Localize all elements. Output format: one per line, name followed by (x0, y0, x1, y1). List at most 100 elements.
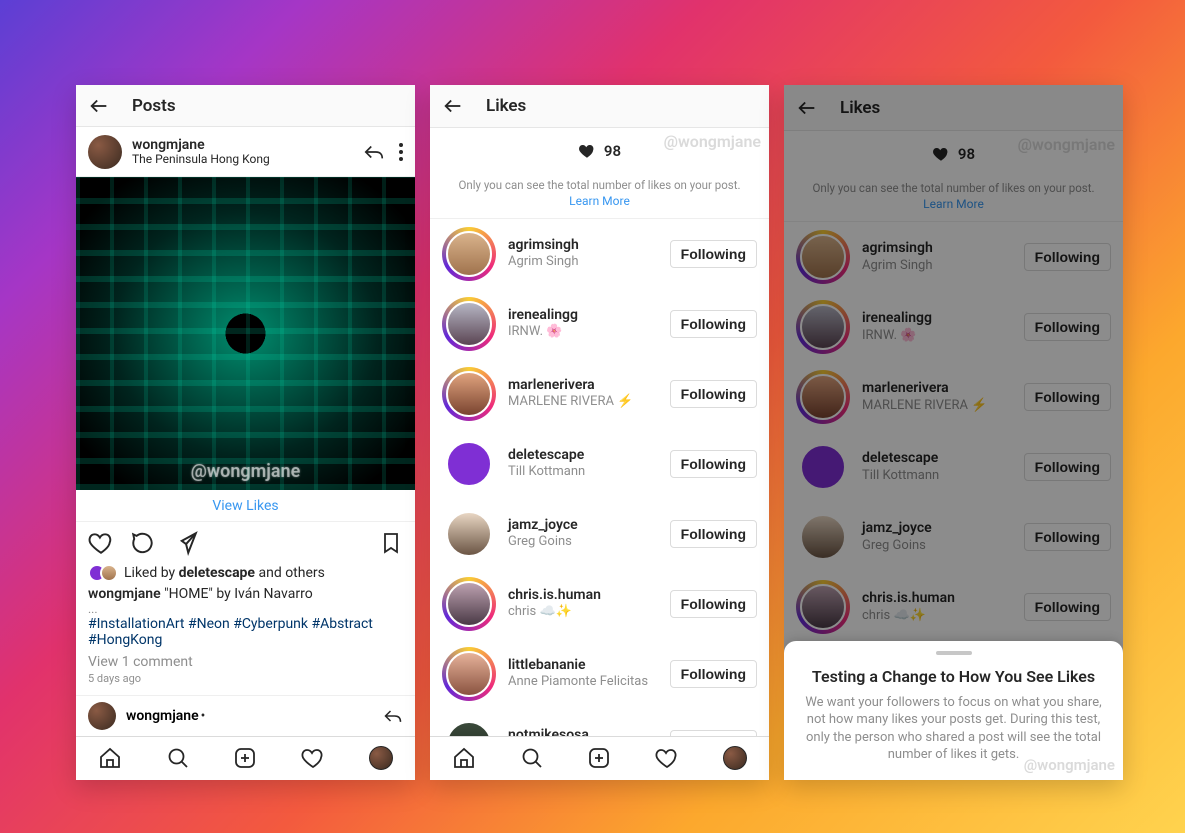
liked-by-row[interactable]: Liked by deletescape and others (76, 564, 415, 582)
liker-avatar[interactable] (442, 507, 496, 561)
liker-row[interactable]: irenealinggIRNW. 🌸Following (430, 289, 769, 359)
following-button[interactable]: Following (1024, 243, 1111, 271)
tab-home[interactable] (430, 737, 498, 780)
next-author-username[interactable]: wongmjane (126, 708, 199, 724)
following-button[interactable]: Following (670, 660, 757, 688)
appbar-title: Likes (486, 96, 526, 116)
sheet-title: Testing a Change to How You See Likes (802, 667, 1105, 686)
following-button[interactable]: Following (1024, 313, 1111, 341)
back-arrow-icon[interactable] (796, 97, 818, 119)
comment-icon[interactable] (130, 530, 156, 556)
following-button[interactable]: Following (1024, 593, 1111, 621)
following-button[interactable]: Following (670, 450, 757, 478)
following-button[interactable]: Following (670, 590, 757, 618)
liker-avatar[interactable] (442, 577, 496, 631)
liker-row[interactable]: agrimsinghAgrim SinghFollowing (784, 222, 1123, 292)
liker-avatar[interactable] (796, 440, 850, 494)
liker-avatar[interactable] (442, 367, 496, 421)
tab-profile[interactable] (347, 737, 415, 780)
liker-display-name: IRNW. 🌸 (508, 324, 670, 340)
heart-filled-icon (932, 145, 950, 163)
liker-avatar[interactable] (796, 580, 850, 634)
following-button[interactable]: Following (670, 380, 757, 408)
liker-row[interactable]: marleneriveraMARLENE RIVERA ⚡Following (784, 362, 1123, 432)
liker-row[interactable]: deletescapeTill KottmannFollowing (784, 432, 1123, 502)
liker-display-name: Till Kottmann (862, 468, 1024, 484)
tab-search[interactable] (144, 737, 212, 780)
liker-username: chris.is.human (508, 587, 670, 605)
tab-search[interactable] (498, 737, 566, 780)
post-header: wongmjane The Peninsula Hong Kong (76, 127, 415, 177)
sheet-body: We want your followers to focus on what … (802, 694, 1105, 764)
back-arrow-icon[interactable] (88, 95, 110, 117)
liker-avatar[interactable] (796, 230, 850, 284)
likes-summary: 98 @wongmjane Only you can see the total… (784, 131, 1123, 222)
author-block[interactable]: wongmjane The Peninsula Hong Kong (132, 137, 363, 167)
hashtags[interactable]: #InstallationArt #Neon #Cyberpunk #Abstr… (76, 616, 415, 648)
liker-avatar[interactable] (796, 370, 850, 424)
appbar: Likes (784, 85, 1123, 131)
tab-profile[interactable] (701, 737, 769, 780)
learn-more-link[interactable]: Learn More (442, 194, 757, 208)
following-button[interactable]: Following (1024, 523, 1111, 551)
learn-more-link[interactable]: Learn More (796, 197, 1111, 211)
back-arrow-icon[interactable] (442, 95, 464, 117)
following-button[interactable]: Following (670, 730, 757, 736)
liker-avatar[interactable] (442, 437, 496, 491)
more-icon[interactable] (399, 143, 403, 161)
likers-list[interactable]: agrimsinghAgrim SinghFollowingirenealing… (430, 219, 769, 736)
tab-activity[interactable] (279, 737, 347, 780)
liker-row[interactable]: notmikesosaMike SosaFollowing (430, 709, 769, 736)
liker-row[interactable]: jamz_joyceGreg GoinsFollowing (430, 499, 769, 569)
view-likes-link[interactable]: View Likes (212, 498, 278, 514)
liker-row[interactable]: jamz_joyceGreg GoinsFollowing (784, 502, 1123, 572)
next-post-header: wongmjane • (76, 695, 415, 736)
liker-username: irenealingg (862, 310, 1024, 328)
liker-display-name: Till Kottmann (508, 464, 670, 480)
tab-activity[interactable] (633, 737, 701, 780)
liker-avatar[interactable] (796, 510, 850, 564)
sheet-grabber[interactable] (936, 651, 972, 655)
next-author-avatar[interactable] (88, 702, 116, 730)
liker-display-name: chris ☁️✨ (862, 608, 1024, 624)
appbar: Likes (430, 85, 769, 128)
liker-row[interactable]: littlebananieAnne Piamonte FelicitasFoll… (430, 639, 769, 709)
liker-avatar[interactable] (442, 647, 496, 701)
following-button[interactable]: Following (670, 240, 757, 268)
liked-by-text: Liked by deletescape and others (124, 565, 325, 581)
tab-add[interactable] (566, 737, 634, 780)
following-button[interactable]: Following (670, 520, 757, 548)
liker-row[interactable]: deletescapeTill KottmannFollowing (430, 429, 769, 499)
reply-arrow-icon[interactable] (363, 142, 385, 162)
following-button[interactable]: Following (670, 310, 757, 338)
tab-add[interactable] (212, 737, 280, 780)
tab-home[interactable] (76, 737, 144, 780)
liker-row[interactable]: chris.is.humanchris ☁️✨Following (430, 569, 769, 639)
view-comments-link[interactable]: View 1 comment (76, 648, 415, 670)
liker-avatar[interactable] (442, 297, 496, 351)
reply-arrow-icon[interactable] (383, 707, 403, 725)
following-button[interactable]: Following (1024, 383, 1111, 411)
liker-row[interactable]: marleneriveraMARLENE RIVERA ⚡Following (430, 359, 769, 429)
liker-row[interactable]: irenealinggIRNW. 🌸Following (784, 292, 1123, 362)
liker-row[interactable]: agrimsinghAgrim SinghFollowing (430, 219, 769, 289)
view-likes-bar: View Likes (76, 490, 415, 521)
like-icon[interactable] (88, 530, 114, 556)
bookmark-icon[interactable] (379, 531, 403, 555)
liker-avatar[interactable] (442, 717, 496, 736)
liker-username: deletescape (508, 447, 670, 465)
liker-username: marlenerivera (508, 377, 670, 395)
liker-username: chris.is.human (862, 590, 1024, 608)
following-button[interactable]: Following (1024, 453, 1111, 481)
share-icon[interactable] (172, 530, 198, 556)
liker-avatar[interactable] (796, 300, 850, 354)
author-avatar[interactable] (88, 135, 122, 169)
likes-summary: 98 @wongmjane Only you can see the total… (430, 128, 769, 219)
liker-avatar[interactable] (442, 227, 496, 281)
liked-by-avatars (88, 564, 118, 582)
caption-ellipsis[interactable]: ... (76, 602, 415, 616)
liker-row[interactable]: chris.is.humanchris ☁️✨Following (784, 572, 1123, 642)
post-image[interactable]: @wongmjane (76, 177, 415, 490)
appbar-title: Posts (132, 96, 176, 116)
likes-note: Only you can see the total number of lik… (442, 178, 757, 192)
